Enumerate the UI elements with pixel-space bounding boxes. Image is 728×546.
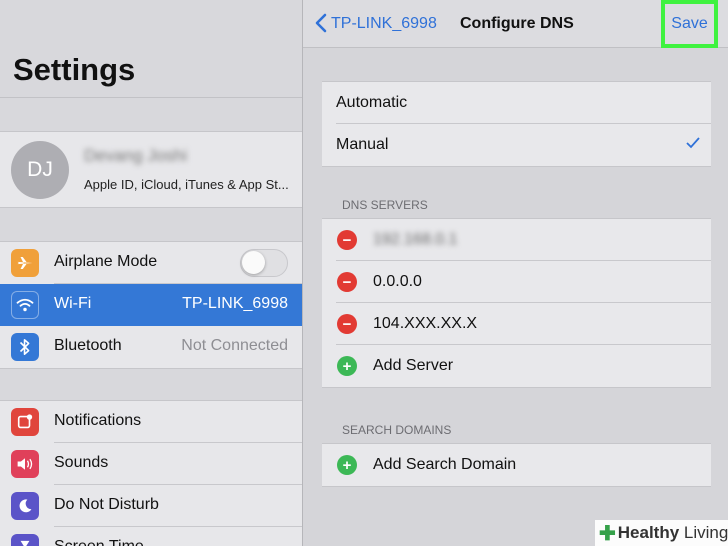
profile-name: Devang Joshi xyxy=(84,146,188,165)
sidebar-item-screen-time[interactable]: Screen Time xyxy=(0,527,302,546)
sounds-icon xyxy=(11,450,39,478)
navigation-bar: TP-LINK_6998 Configure DNS Save xyxy=(303,0,728,48)
dns-mode-card: Automatic Manual xyxy=(322,81,711,167)
add-icon: + xyxy=(337,356,357,376)
checkmark-icon xyxy=(686,134,700,154)
chevron-left-icon xyxy=(315,11,327,37)
save-button[interactable]: Save xyxy=(661,0,718,48)
search-domains-card: + Add Search Domain xyxy=(322,443,711,487)
bluetooth-status-value: Not Connected xyxy=(181,337,288,354)
sidebar-item-sounds[interactable]: Sounds xyxy=(0,443,302,485)
dns-mode-manual[interactable]: Manual xyxy=(322,124,711,166)
airplane-mode-toggle[interactable] xyxy=(240,249,288,277)
sidebar-item-label: Do Not Disturb xyxy=(54,496,159,513)
sidebar-item-label: Screen Time xyxy=(54,538,144,546)
dns-server-address: 104.XXX.XX.X xyxy=(373,315,478,332)
sidebar-item-airplane-mode[interactable]: Airplane Mode xyxy=(0,242,302,284)
apple-id-profile[interactable]: DJ Devang Joshi Apple ID, iCloud, iTunes… xyxy=(0,131,302,208)
moon-icon xyxy=(11,492,39,520)
sidebar-item-wifi[interactable]: Wi-Fi TP-LINK_6998 xyxy=(0,284,302,326)
dns-server-row[interactable]: − 104.XXX.XX.X xyxy=(322,303,711,345)
back-button[interactable]: TP-LINK_6998 xyxy=(315,12,437,36)
add-icon: + xyxy=(337,455,357,475)
bluetooth-icon xyxy=(11,333,39,361)
sidebar-item-label: Airplane Mode xyxy=(54,253,158,270)
sidebar-item-bluetooth[interactable]: Bluetooth Not Connected xyxy=(0,326,302,368)
page-title: Configure DNS xyxy=(460,15,574,32)
wifi-icon xyxy=(11,291,39,319)
sidebar-title: Settings xyxy=(13,52,136,87)
add-server-row[interactable]: + Add Server xyxy=(322,345,711,387)
settings-sidebar: Settings DJ Devang Joshi Apple ID, iClou… xyxy=(0,0,302,546)
watermark-brand-bold: Healthy xyxy=(617,523,680,542)
hourglass-icon xyxy=(11,534,39,546)
cross-icon: ✚ xyxy=(599,522,616,545)
sidebar-item-notifications[interactable]: Notifications xyxy=(0,401,302,443)
profile-subtitle: Apple ID, iCloud, iTunes & App St... xyxy=(84,177,289,192)
watermark-brand-light: Living xyxy=(679,523,728,542)
configure-dns-pane: TP-LINK_6998 Configure DNS Save Automati… xyxy=(303,0,728,546)
sidebar-item-label: Bluetooth xyxy=(54,337,122,354)
dns-servers-header: DNS SERVERS xyxy=(342,198,428,212)
add-search-domain-row[interactable]: + Add Search Domain xyxy=(322,444,711,486)
sidebar-item-label: Notifications xyxy=(54,412,142,429)
delete-server-icon[interactable]: − xyxy=(337,272,357,292)
dns-mode-label: Automatic xyxy=(336,94,408,111)
delete-server-icon[interactable]: − xyxy=(337,230,357,250)
notifications-icon xyxy=(11,408,39,436)
delete-server-icon[interactable]: − xyxy=(337,314,357,334)
toggle-knob xyxy=(242,251,265,274)
dns-server-row[interactable]: − 0.0.0.0 xyxy=(322,261,711,303)
wifi-network-value: TP-LINK_6998 xyxy=(182,295,288,312)
sidebar-item-do-not-disturb[interactable]: Do Not Disturb xyxy=(0,485,302,527)
dns-server-row[interactable]: − 192.168.0.1 xyxy=(322,219,711,261)
connectivity-group: Airplane Mode Wi-Fi TP-LINK_6998 Bluetoo… xyxy=(0,241,302,369)
sidebar-item-label: Wi-Fi xyxy=(54,295,92,312)
dns-server-address: 0.0.0.0 xyxy=(373,273,422,290)
dns-servers-card: − 192.168.0.1 − 0.0.0.0 − 104.XXX.XX.X +… xyxy=(322,218,711,388)
dns-mode-label: Manual xyxy=(336,136,389,153)
add-search-domain-label: Add Search Domain xyxy=(373,456,517,473)
system-group: Notifications Sounds Do Not Disturb Scre… xyxy=(0,400,302,546)
search-domains-header: SEARCH DOMAINS xyxy=(342,423,452,437)
back-button-label: TP-LINK_6998 xyxy=(331,15,437,32)
sidebar-separator xyxy=(0,97,302,98)
sidebar-item-label: Sounds xyxy=(54,454,109,471)
dns-mode-automatic[interactable]: Automatic xyxy=(322,82,711,124)
watermark-logo: ✚ Healthy Living xyxy=(595,520,728,546)
add-server-label: Add Server xyxy=(373,357,454,374)
airplane-icon xyxy=(11,249,39,277)
avatar: DJ xyxy=(11,141,69,199)
dns-server-address: 192.168.0.1 xyxy=(373,231,458,248)
